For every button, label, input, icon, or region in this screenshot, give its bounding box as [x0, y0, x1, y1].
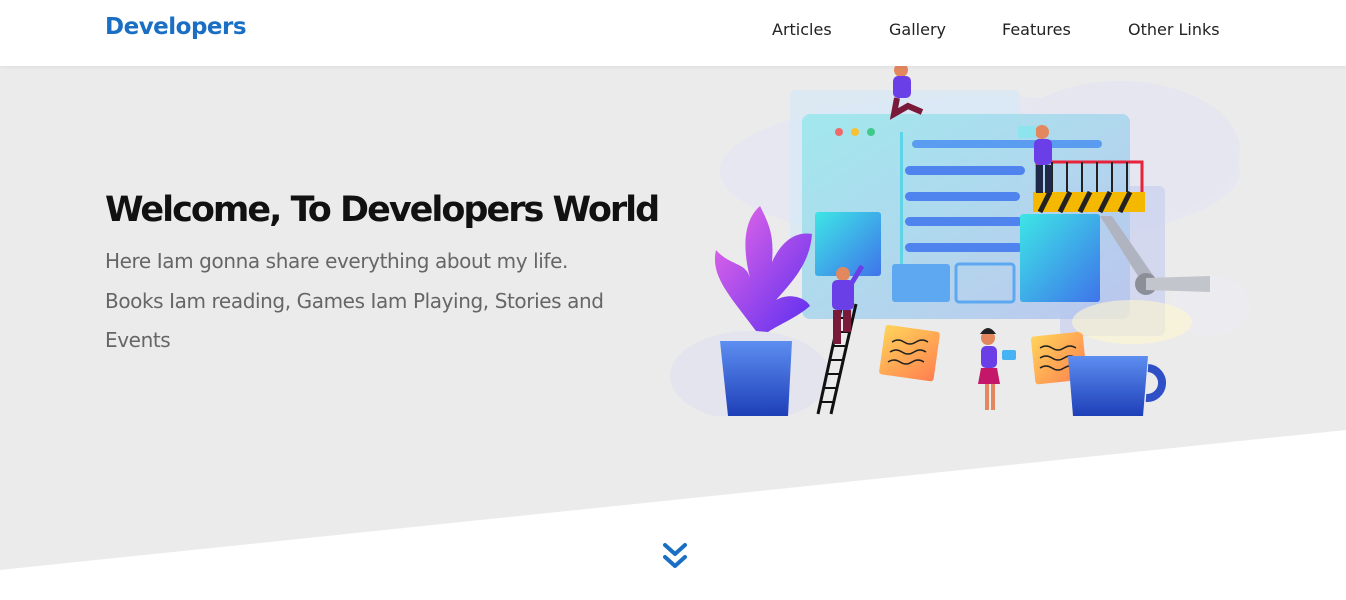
brand-logo[interactable]: Developers — [105, 14, 247, 40]
developer-illustration — [670, 66, 1250, 416]
navbar: Developers Articles Gallery Features Oth… — [0, 0, 1346, 66]
hero-title: Welcome, To Developers World — [105, 190, 660, 230]
nav-link-gallery[interactable]: Gallery — [889, 20, 946, 39]
nav-link-other-links[interactable]: Other Links — [1128, 20, 1220, 39]
nav-link-features[interactable]: Features — [1002, 20, 1071, 39]
hero-description: Here Iam gonna share everything about my… — [105, 249, 604, 352]
double-chevron-down-icon[interactable] — [660, 540, 690, 572]
nav-link-articles[interactable]: Articles — [772, 20, 832, 39]
